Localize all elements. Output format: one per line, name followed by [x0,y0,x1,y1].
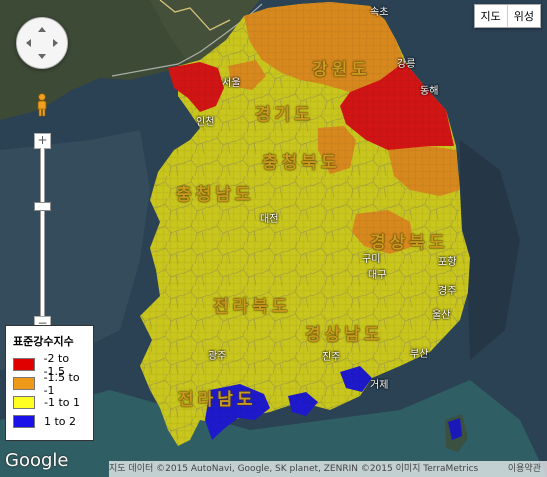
legend-item: -1 to 1 [6,393,93,412]
google-logo[interactable]: Google [5,450,68,471]
terms-link[interactable]: 이용약관 [508,461,541,477]
zoom-track[interactable] [40,148,45,318]
attribution-bar: 지도 데이터 ©2015 AutoNavi, Google, SK planet… [109,461,547,477]
pan-control[interactable] [16,17,68,69]
legend-swatch [13,358,35,371]
legend-item-label: 1 to 2 [44,415,77,428]
legend-swatch [13,415,35,428]
legend-item: 1 to 2 [6,412,93,431]
legend-item: -1.5 to -1 [6,371,93,397]
map-type-button-map[interactable]: 지도 [475,5,507,27]
zoom-slider-thumb[interactable] [34,201,51,211]
legend: 표준강수지수 -2 to -1.5 -1.5 to -1 -1 to 1 1 t… [5,325,94,441]
legend-swatch [13,377,35,390]
legend-swatch [13,396,35,409]
pegman-icon[interactable] [34,93,50,117]
pan-control-icon [26,27,58,59]
map-type-button-satellite[interactable]: 위성 [506,5,540,27]
legend-item-label: -1 to 1 [44,396,81,409]
zoom-control: + − [34,133,51,333]
map-type-control: 지도 위성 [473,4,541,28]
attribution-text: 지도 데이터 ©2015 AutoNavi, Google, SK planet… [109,464,479,474]
zoom-in-button[interactable]: + [34,133,51,149]
legend-item-label: -1.5 to -1 [43,370,80,397]
